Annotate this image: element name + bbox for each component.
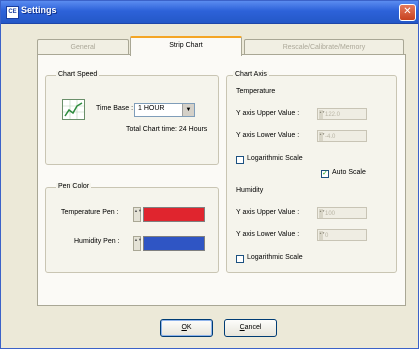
tab-strip-chart-label: Strip Chart	[169, 42, 203, 49]
tab-rescale-label: Rescale/Calibrate/Memory	[282, 44, 366, 51]
auto-scale-checkbox[interactable]: ✓	[321, 170, 329, 178]
ok-button[interactable]: OK	[160, 319, 213, 337]
temp-upper-label: Y axis Upper Value :	[236, 110, 300, 117]
hum-lower-label: Y axis Lower Value :	[236, 231, 300, 238]
chart-axis-group-label: Chart Axis	[233, 71, 269, 78]
strip-chart-panel: Chart Speed Time Base : 1 HOUR ▼ Total C…	[37, 54, 406, 306]
chart-speed-group: Chart Speed Time Base : 1 HOUR ▼ Total C…	[45, 71, 219, 165]
hum-upper-value: 100	[325, 211, 336, 217]
hum-lower-input[interactable]: ▲▼ 0	[317, 229, 367, 241]
hum-log-scale-checkbox[interactable]	[236, 255, 244, 263]
temp-log-scale-label: Logarithmic Scale	[247, 155, 303, 162]
ok-rest: K	[186, 324, 192, 331]
hum-upper-label: Y axis Upper Value :	[236, 209, 300, 216]
temperature-pen-label: Temperature Pen :	[61, 209, 119, 216]
hum-upper-spinner[interactable]: ▲▼	[319, 209, 325, 218]
humidity-pen-swatch[interactable]	[143, 236, 205, 251]
temperature-section-title: Temperature	[236, 88, 276, 95]
cancel-button[interactable]: Cancel	[224, 319, 277, 337]
settings-window: CE Settings ✕ General Strip Chart Rescal…	[0, 0, 419, 349]
pen-color-group: Pen Color Temperature Pen : ▲▼ Humidity …	[45, 183, 219, 273]
time-base-label: Time Base :	[96, 105, 134, 112]
humidity-pen-spinner[interactable]: ▲▼	[133, 236, 142, 251]
close-button[interactable]: ✕	[399, 4, 416, 21]
hum-log-scale-label: Logarithmic Scale	[247, 254, 303, 261]
temp-upper-input[interactable]: ▲▼ 122.0	[317, 108, 367, 120]
chart-axis-group: Chart Axis Temperature Y axis Upper Valu…	[226, 71, 397, 273]
temperature-pen-spinner[interactable]: ▲▼	[133, 207, 142, 222]
temp-upper-value: 122.0	[325, 112, 341, 118]
cancel-rest: ancel	[244, 324, 262, 331]
app-logo-icon: CE	[6, 6, 19, 19]
line-chart-icon	[62, 99, 85, 120]
temperature-pen-swatch[interactable]	[143, 207, 205, 222]
tab-general-label: General	[70, 44, 96, 51]
chevron-down-icon[interactable]: ▼	[182, 104, 194, 116]
humidity-pen-label: Humidity Pen :	[74, 238, 120, 245]
temp-lower-input[interactable]: ▲▼ -4.0	[317, 130, 367, 142]
title-bar[interactable]: CE Settings ✕	[1, 1, 418, 24]
temp-lower-value: -4.0	[325, 134, 336, 140]
temp-lower-label: Y axis Lower Value :	[236, 132, 300, 139]
chart-speed-group-label: Chart Speed	[56, 71, 100, 78]
checkmark-icon: ✓	[322, 170, 328, 177]
time-base-select[interactable]: 1 HOUR ▼	[134, 103, 195, 117]
hum-upper-input[interactable]: ▲▼ 100	[317, 207, 367, 219]
window-title: Settings	[21, 5, 57, 15]
hum-lower-spinner[interactable]: ▲▼	[319, 231, 325, 240]
temp-upper-spinner[interactable]: ▲▼	[319, 110, 325, 119]
pen-color-group-label: Pen Color	[56, 183, 92, 190]
temp-lower-spinner[interactable]: ▲▼	[319, 132, 325, 141]
auto-scale-label: Auto Scale	[332, 169, 366, 176]
time-base-value: 1 HOUR	[138, 105, 165, 112]
temp-log-scale-checkbox[interactable]	[236, 156, 244, 164]
hum-lower-value: 0	[325, 233, 329, 239]
humidity-section-title: Humidity	[236, 187, 264, 194]
total-chart-time: Total Chart time: 24 Hours	[126, 126, 208, 133]
tab-strip-chart[interactable]: Strip Chart	[130, 36, 242, 56]
